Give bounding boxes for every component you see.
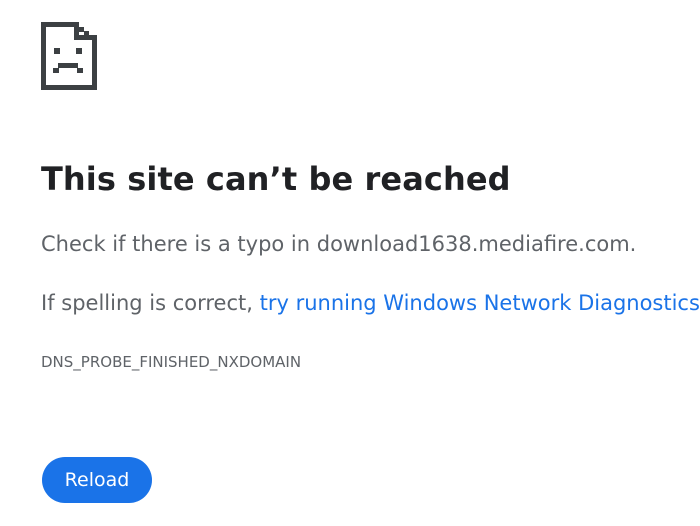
typo-suggestion: Check if there is a typo in download1638… — [41, 232, 636, 256]
error-page: This site can’t be reached Check if ther… — [0, 0, 700, 526]
sad-page-icon — [41, 22, 97, 90]
reload-button[interactable]: Reload — [42, 457, 152, 503]
typo-suffix-text: . — [629, 232, 637, 256]
spelling-suggestion: If spelling is correct, try running Wind… — [41, 291, 700, 315]
network-diagnostics-link[interactable]: try running Windows Network Diagnostics — [260, 291, 700, 315]
spelling-prefix-text: If spelling is correct, — [41, 291, 260, 315]
error-code: DNS_PROBE_FINISHED_NXDOMAIN — [41, 353, 302, 371]
domain-name: download1638.mediafire.com — [316, 232, 630, 256]
typo-prefix-text: Check if there is a typo in — [41, 232, 317, 256]
page-title: This site can’t be reached — [41, 160, 511, 198]
